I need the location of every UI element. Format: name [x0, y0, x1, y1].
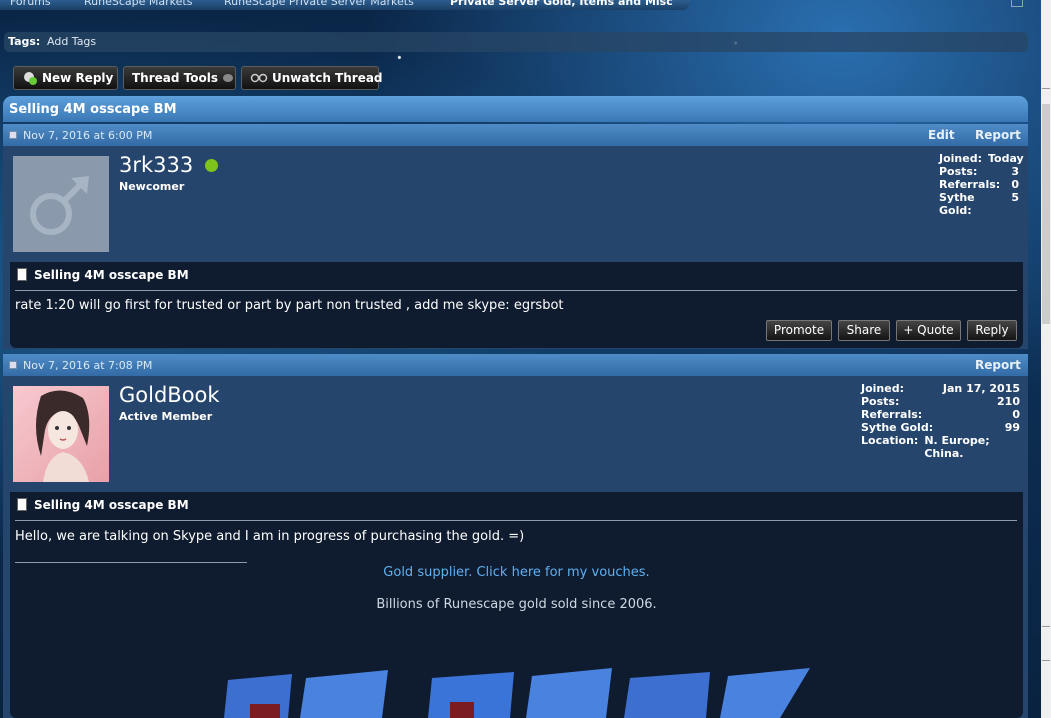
- username[interactable]: GoldBook: [119, 383, 220, 407]
- scrollbar-thumb[interactable]: [1042, 104, 1050, 324]
- stat-value: Today: [988, 152, 1024, 165]
- user-stats: Joined: Jan 17, 2015 Posts: 210 Referrals:…: [861, 382, 1020, 460]
- online-status-icon: [205, 159, 218, 172]
- thread-title-bar: Selling 4M osscape BM: [3, 96, 1028, 122]
- stat-label: Posts:: [861, 395, 900, 408]
- stat-value: N. Europe; China.: [924, 434, 990, 460]
- stat-value: 3: [1011, 165, 1019, 178]
- report-link[interactable]: Report: [975, 358, 1021, 372]
- new-reply-label: New Reply: [42, 71, 114, 85]
- new-reply-button[interactable]: New Reply: [13, 66, 118, 90]
- message-body: Selling 4M osscape BM Hello, we are talk…: [10, 492, 1023, 718]
- male-symbol-icon: [30, 176, 89, 235]
- post: 3rk333 Newcomer Joined: Today Posts: 3 Ref…: [3, 146, 1028, 349]
- page-corner-icon: [1011, 0, 1023, 7]
- scrollbar-tick: [1042, 88, 1050, 89]
- stat-value: 0: [1011, 178, 1019, 191]
- report-link[interactable]: Report: [975, 128, 1021, 142]
- user-rank: Active Member: [119, 410, 213, 423]
- breadcrumb-item[interactable]: RuneScape Private Server Markets: [224, 0, 414, 8]
- thread-tools-button[interactable]: Thread Tools: [123, 66, 236, 90]
- user-stats: Joined: Today Posts: 3 Referrals: 0 Sythe G…: [939, 152, 1024, 217]
- stat-value: 0: [1012, 408, 1020, 421]
- post-header: Nov 7, 2016 at 7:08 PM Report: [3, 354, 1028, 376]
- stat-label: Sythe Gold:: [861, 421, 934, 434]
- add-tags-link[interactable]: Add Tags: [47, 35, 96, 48]
- thread-tools-label: Thread Tools: [132, 71, 218, 85]
- user-avatar[interactable]: [13, 386, 109, 482]
- breadcrumb: Forums RuneScape Markets RuneScape Priva…: [0, 0, 690, 10]
- tags-bar: Tags: Add Tags: [4, 32, 1028, 52]
- default-avatar[interactable]: [13, 156, 109, 252]
- stat-value: Jan 17, 2015: [942, 382, 1020, 395]
- thread-title: Selling 4M osscape BM: [9, 102, 177, 117]
- signature-text: Billions of Runescape gold sold since 20…: [376, 597, 657, 612]
- divider: [15, 290, 1017, 291]
- scrollbar-tick: [1042, 626, 1050, 627]
- document-icon: [17, 498, 27, 511]
- stat-label: Referrals:: [861, 408, 923, 421]
- stat-label: Joined:: [939, 152, 982, 165]
- message-title: Selling 4M osscape BM: [34, 268, 189, 282]
- post-date: Nov 7, 2016 at 7:08 PM: [23, 359, 153, 372]
- message-body: Selling 4M osscape BM rate 1:20 will go …: [10, 262, 1023, 348]
- message-title: Selling 4M osscape BM: [34, 498, 189, 512]
- breadcrumb-item[interactable]: Forums: [10, 0, 51, 8]
- post-icon: [9, 361, 17, 369]
- reply-button[interactable]: Reply: [967, 320, 1017, 341]
- username[interactable]: 3rk333: [119, 153, 193, 177]
- new-reply-icon: [24, 72, 37, 85]
- stat-label: Location:: [861, 434, 919, 447]
- stat-label: Posts:: [939, 165, 978, 178]
- unwatch-thread-button[interactable]: Unwatch Thread: [241, 66, 383, 90]
- share-button[interactable]: Share: [838, 320, 890, 341]
- scrollbar-tick: [1042, 660, 1050, 661]
- promote-button[interactable]: Promote: [766, 320, 832, 341]
- glasses-icon: [250, 73, 268, 83]
- post-header: Nov 7, 2016 at 6:00 PM Edit Report: [3, 124, 1028, 146]
- signature-divider: [15, 562, 247, 563]
- stat-value: 99: [1004, 421, 1020, 434]
- document-icon: [17, 268, 27, 281]
- breadcrumb-item[interactable]: RuneScape Markets: [84, 0, 192, 8]
- post-icon: [9, 131, 17, 139]
- message-text: Hello, we are talking on Skype and I am …: [15, 529, 525, 544]
- unwatch-thread-label: Unwatch Thread: [272, 71, 383, 85]
- user-rank: Newcomer: [119, 180, 185, 193]
- divider: [15, 520, 1017, 521]
- avatar-portrait-icon: [36, 390, 90, 482]
- signature-link[interactable]: Gold supplier. Click here for my vouches…: [10, 565, 1023, 580]
- stat-label: Joined:: [861, 382, 904, 395]
- stat-label: Sythe Gold:: [939, 191, 975, 217]
- post-date: Nov 7, 2016 at 6:00 PM: [23, 129, 153, 142]
- edit-link[interactable]: Edit: [928, 128, 955, 142]
- signature-banner-image: [224, 668, 810, 718]
- stat-value: 210: [997, 395, 1020, 408]
- scrollbar[interactable]: [1041, 0, 1051, 718]
- post: GoldBook Active Member Joined: Jan 17, 20…: [3, 376, 1028, 718]
- message-text: rate 1:20 will go first for trusted or p…: [15, 298, 564, 313]
- stat-value: 5: [1011, 191, 1019, 204]
- stat-label: Referrals:: [939, 178, 1001, 191]
- breadcrumb-current: Private Server Gold, Items and Misc: [450, 0, 673, 8]
- tags-label: Tags:: [8, 35, 41, 48]
- quote-button[interactable]: + Quote: [896, 320, 961, 341]
- dropdown-icon: [223, 74, 233, 82]
